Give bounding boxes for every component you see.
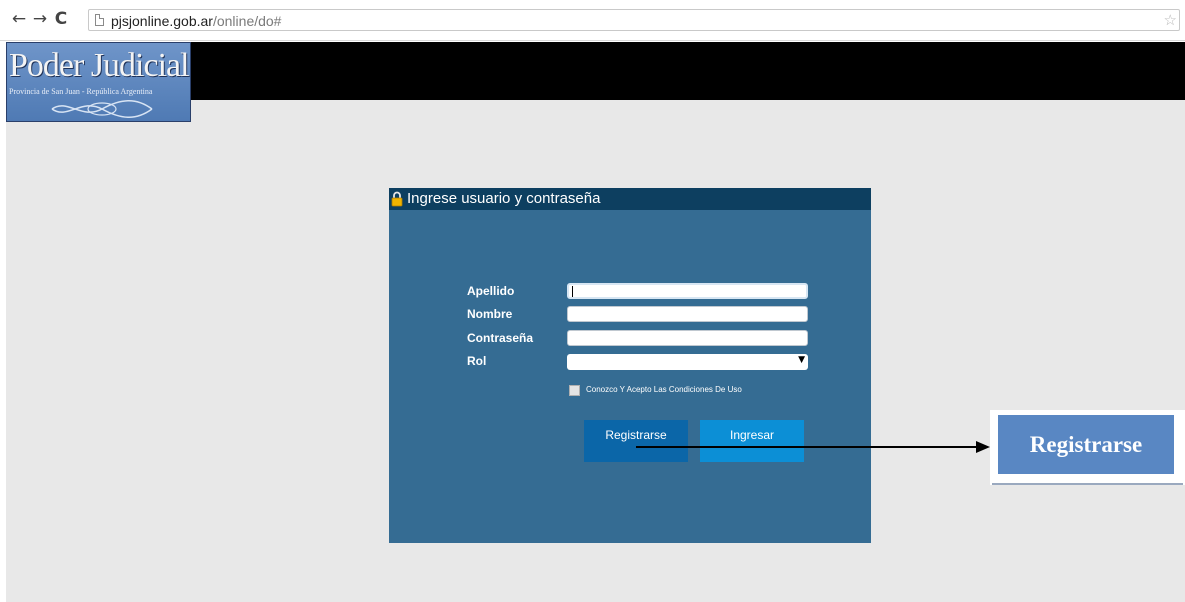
- logo-title: Poder Judicial: [9, 47, 190, 84]
- apellido-input[interactable]: [567, 283, 808, 299]
- url-path: /online/do#: [212, 13, 282, 29]
- callout-shadow: [992, 483, 1183, 485]
- annotation-label: Registrarse: [998, 415, 1174, 474]
- text-cursor: [572, 286, 573, 297]
- terms-label: Conozco Y Acepto Las Condiciones De Uso: [586, 385, 742, 394]
- logo-subtitle: Provincia de San Juan - República Argent…: [9, 87, 153, 96]
- apellido-label: Apellido: [467, 284, 515, 298]
- terms-checkbox[interactable]: [569, 385, 580, 396]
- page-body: Poder Judicial Provincia de San Juan - R…: [6, 42, 1185, 602]
- forward-arrow-icon[interactable]: →: [31, 10, 49, 28]
- login-button[interactable]: Ingresar: [700, 420, 804, 462]
- poder-judicial-logo: Poder Judicial Provincia de San Juan - R…: [6, 42, 191, 122]
- contrasena-input[interactable]: [567, 330, 808, 346]
- login-panel-title: Ingrese usuario y contraseña: [407, 190, 601, 207]
- reload-icon[interactable]: C: [52, 10, 70, 28]
- register-button[interactable]: Registrarse: [584, 420, 688, 462]
- logo-ornament-icon: [51, 100, 153, 118]
- nombre-input[interactable]: [567, 306, 808, 322]
- url-text: pjsjonline.gob.ar/online/do#: [111, 13, 281, 29]
- contrasena-label: Contraseña: [467, 331, 534, 345]
- rol-select[interactable]: ▼: [567, 354, 808, 370]
- url-domain: pjsjonline.gob.ar: [111, 13, 213, 29]
- dropdown-arrow-icon: ▼: [798, 355, 805, 365]
- browser-toolbar: ← → C pjsjonline.gob.ar/online/do# ☆: [0, 0, 1185, 41]
- bookmark-star-icon[interactable]: ☆: [1164, 11, 1177, 29]
- back-arrow-icon[interactable]: ←: [10, 10, 28, 28]
- rol-label: Rol: [467, 354, 487, 368]
- page-icon: [95, 14, 104, 26]
- annotation-callout: Registrarse: [990, 410, 1185, 485]
- login-panel: Ingrese usuario y contraseña Apellido No…: [389, 188, 871, 543]
- nombre-label: Nombre: [467, 307, 513, 321]
- lock-icon: [391, 191, 403, 207]
- login-panel-header: Ingrese usuario y contraseña: [389, 188, 871, 210]
- address-bar[interactable]: pjsjonline.gob.ar/online/do# ☆: [88, 9, 1180, 31]
